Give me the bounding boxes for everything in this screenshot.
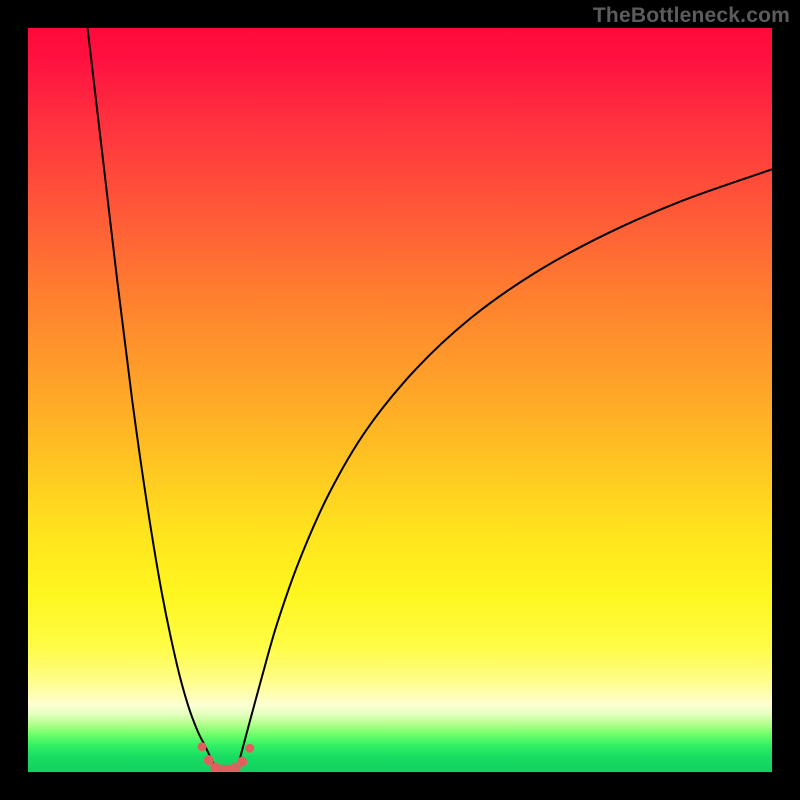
watermark-text: TheBottleneck.com (593, 4, 790, 28)
chart-svg (28, 28, 772, 772)
plot-area (28, 28, 772, 772)
left-curve (88, 28, 218, 772)
marker-dot (237, 757, 247, 767)
marker-dot (198, 742, 207, 751)
outer-frame: TheBottleneck.com (0, 0, 800, 800)
marker-group (198, 742, 255, 772)
marker-dot (245, 744, 254, 753)
right-curve (236, 169, 772, 772)
